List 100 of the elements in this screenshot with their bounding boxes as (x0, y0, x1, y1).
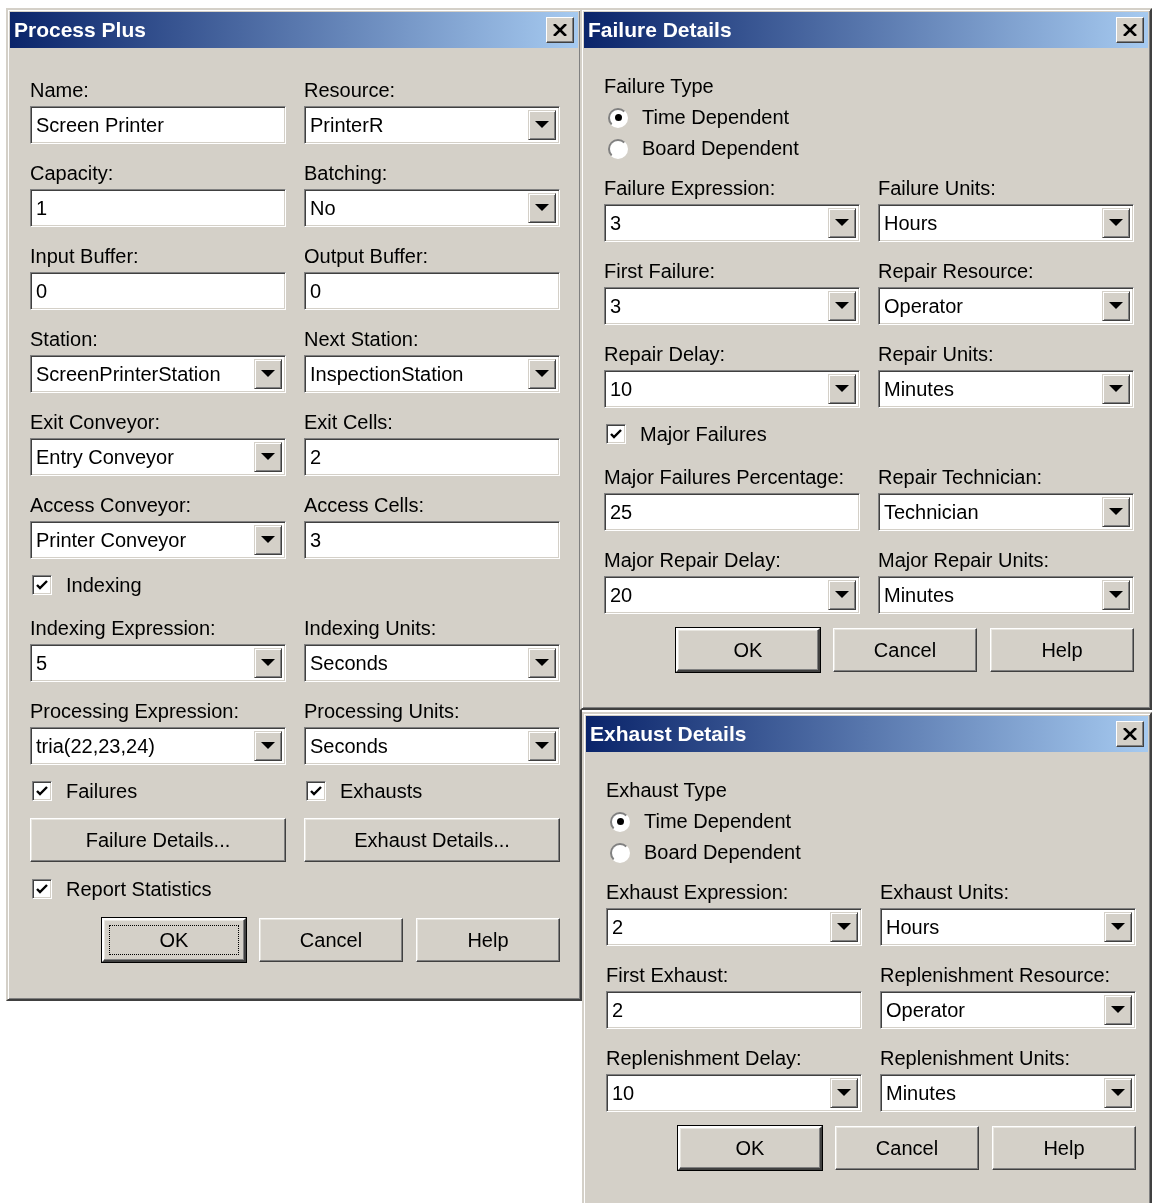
text-field[interactable]: 3 (304, 521, 560, 559)
dropdown-arrow-button[interactable] (1104, 1078, 1132, 1108)
text-field[interactable]: 2 (606, 991, 862, 1029)
dropdown-arrow-button[interactable] (528, 359, 556, 389)
dialog-button[interactable]: OK (676, 628, 820, 672)
dropdown[interactable]: 2 (606, 908, 862, 946)
dropdown[interactable]: 3 (604, 287, 860, 325)
text-field[interactable]: 25 (604, 493, 860, 531)
details-button[interactable]: Failure Details... (30, 818, 286, 862)
text-field[interactable]: 1 (30, 189, 286, 227)
text-field[interactable]: 2 (304, 438, 560, 476)
checkbox[interactable] (32, 575, 52, 595)
dialog-button[interactable]: OK (102, 918, 246, 962)
dropdown-arrow-button[interactable] (1102, 374, 1130, 404)
field-label: Repair Units: (878, 342, 995, 367)
field-label: First Exhaust: (606, 963, 730, 988)
checkbox[interactable] (306, 781, 326, 801)
dropdown-arrow-button[interactable] (528, 648, 556, 678)
down-arrow-icon (535, 659, 549, 667)
dropdown[interactable]: Entry Conveyor (30, 438, 286, 476)
text-field[interactable]: Screen Printer (30, 106, 286, 144)
radio-button[interactable] (610, 842, 630, 863)
down-arrow-icon (535, 204, 549, 212)
dropdown-arrow-button[interactable] (830, 1078, 858, 1108)
dropdown-arrow-button[interactable] (1104, 912, 1132, 942)
radio-button[interactable] (610, 811, 630, 832)
dropdown-arrow-button[interactable] (528, 193, 556, 223)
down-arrow-icon (1109, 302, 1123, 310)
checkbox-label: Exhausts (340, 779, 423, 803)
dropdown-arrow-button[interactable] (828, 580, 856, 610)
dropdown[interactable]: Minutes (878, 370, 1134, 408)
dropdown[interactable]: PrinterR (304, 106, 560, 144)
dropdown-arrow-button[interactable] (528, 110, 556, 140)
dropdown[interactable]: tria(22,23,24) (30, 727, 286, 765)
radio-button[interactable] (608, 107, 628, 128)
dropdown[interactable]: No (304, 189, 560, 227)
dialog-button[interactable]: Help (992, 1126, 1136, 1170)
field-label: Capacity: (30, 161, 115, 186)
text-field[interactable]: 0 (304, 272, 560, 310)
checkbox[interactable] (606, 424, 626, 444)
dropdown-arrow-button[interactable] (1102, 580, 1130, 610)
field-label: Name: (30, 78, 90, 103)
group-label: Exhaust Type (606, 778, 728, 803)
dropdown[interactable]: Hours (880, 908, 1136, 946)
dropdown-arrow-button[interactable] (254, 359, 282, 389)
down-arrow-icon (837, 1089, 851, 1097)
field-label: Access Cells: (304, 493, 426, 518)
dropdown-arrow-button[interactable] (830, 912, 858, 942)
down-arrow-icon (1109, 219, 1123, 227)
radio-label: Board Dependent (644, 841, 801, 864)
close-icon (553, 24, 567, 36)
dropdown-arrow-button[interactable] (254, 442, 282, 472)
dropdown[interactable]: 3 (604, 204, 860, 242)
dropdown[interactable]: ScreenPrinterStation (30, 355, 286, 393)
checkbox[interactable] (32, 879, 52, 899)
dropdown[interactable]: Seconds (304, 727, 560, 765)
dropdown-arrow-button[interactable] (1102, 208, 1130, 238)
dropdown-arrow-button[interactable] (528, 731, 556, 761)
dialog-button[interactable]: Help (416, 918, 560, 962)
dialog-button[interactable]: OK (678, 1126, 822, 1170)
dropdown[interactable]: 5 (30, 644, 286, 682)
dropdown-arrow-button[interactable] (1102, 497, 1130, 527)
dropdown-arrow-button[interactable] (828, 374, 856, 404)
dropdown-arrow-button[interactable] (254, 648, 282, 678)
dropdown[interactable]: Operator (880, 991, 1136, 1029)
close-button[interactable] (1116, 17, 1144, 43)
dialog-button[interactable]: Cancel (835, 1126, 979, 1170)
dialog-button[interactable]: Help (990, 628, 1134, 672)
dropdown[interactable]: InspectionStation (304, 355, 560, 393)
down-arrow-icon (261, 742, 275, 750)
radio-button[interactable] (608, 138, 628, 159)
dropdown[interactable]: 20 (604, 576, 860, 614)
close-button[interactable] (546, 17, 574, 43)
dropdown-arrow-button[interactable] (1102, 291, 1130, 321)
checkbox[interactable] (32, 781, 52, 801)
dropdown[interactable]: Operator (878, 287, 1134, 325)
field-label: Replenishment Resource: (880, 963, 1112, 988)
dropdown[interactable]: Hours (878, 204, 1134, 242)
dropdown[interactable]: 10 (604, 370, 860, 408)
dropdown-arrow-button[interactable] (254, 731, 282, 761)
dropdown-arrow-button[interactable] (828, 291, 856, 321)
close-button[interactable] (1116, 721, 1144, 747)
field-label: Failure Units: (878, 176, 997, 201)
dropdown[interactable]: Technician (878, 493, 1134, 531)
dialog-button[interactable]: Cancel (259, 918, 403, 962)
dropdown-arrow-button[interactable] (828, 208, 856, 238)
dropdown[interactable]: 10 (606, 1074, 862, 1112)
down-arrow-icon (535, 121, 549, 129)
field-label: Exit Conveyor: (30, 410, 162, 435)
dropdown-arrow-button[interactable] (254, 525, 282, 555)
dropdown[interactable]: Seconds (304, 644, 560, 682)
dialog-button[interactable]: Cancel (833, 628, 977, 672)
details-button[interactable]: Exhaust Details... (304, 818, 560, 862)
checkbox-label: Indexing (66, 573, 142, 597)
dropdown-arrow-button[interactable] (1104, 995, 1132, 1025)
dropdown[interactable]: Minutes (878, 576, 1134, 614)
dropdown[interactable]: Printer Conveyor (30, 521, 286, 559)
text-field[interactable]: 0 (30, 272, 286, 310)
dropdown[interactable]: Minutes (880, 1074, 1136, 1112)
field-label: Major Repair Delay: (604, 548, 782, 573)
